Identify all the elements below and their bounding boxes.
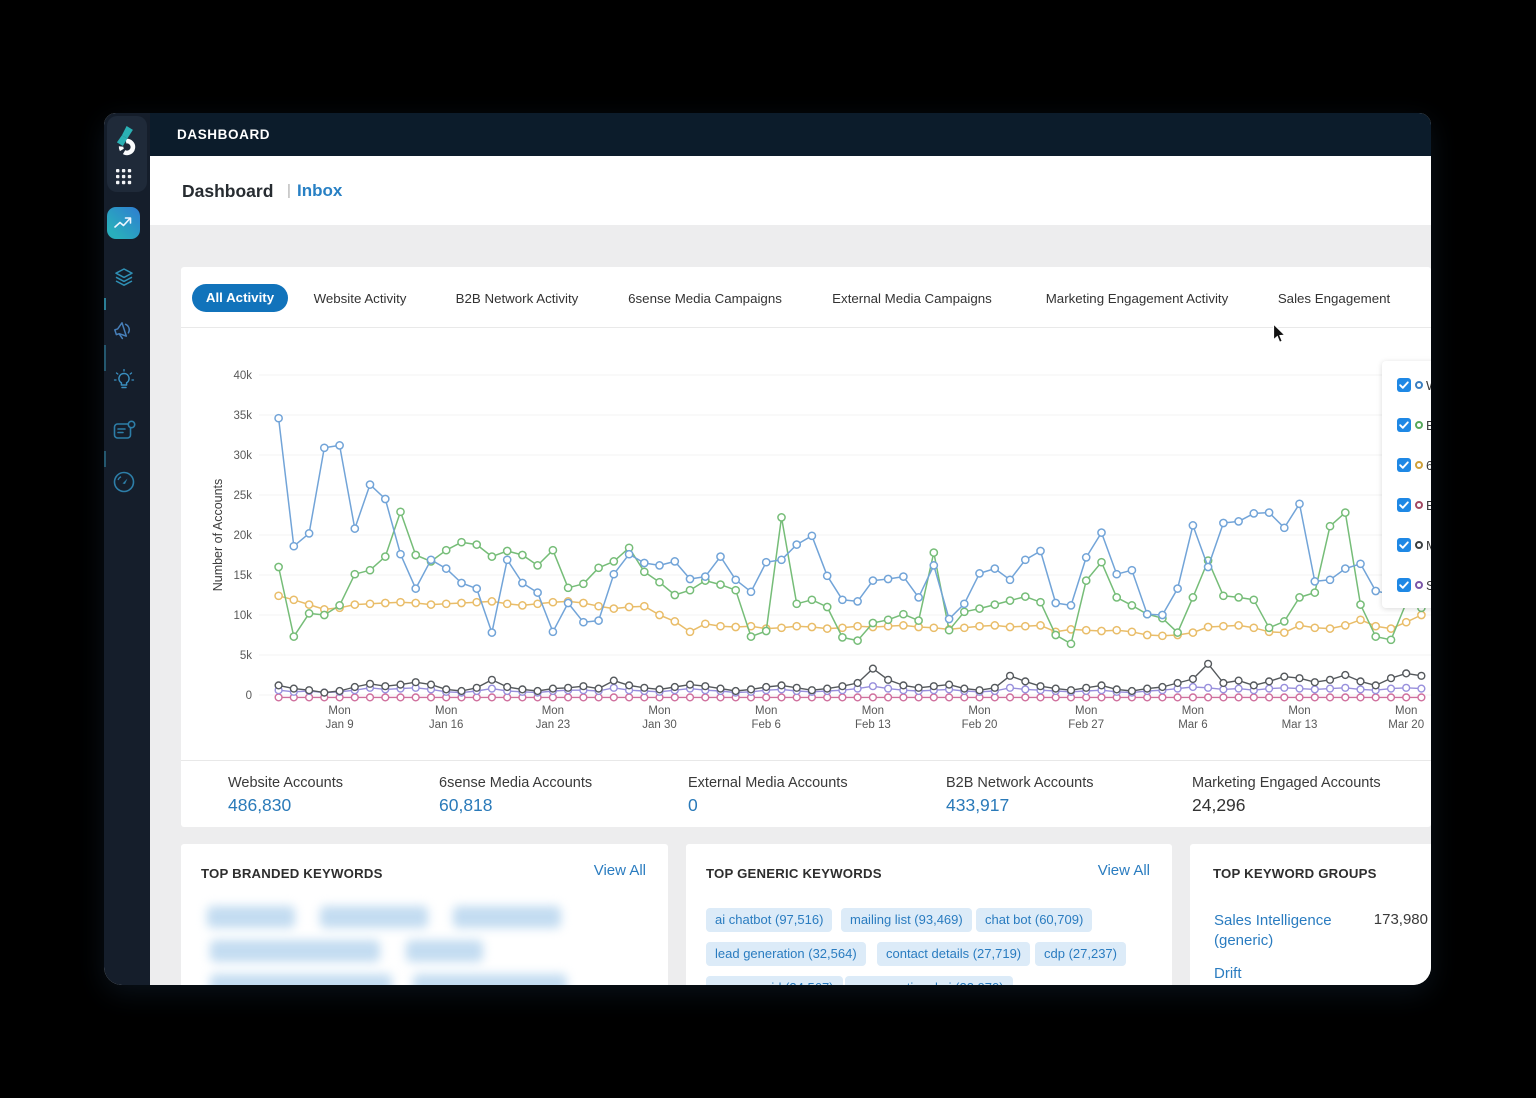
svg-text:Jan 16: Jan 16 bbox=[429, 719, 464, 731]
svg-text:Mar 6: Mar 6 bbox=[1178, 719, 1207, 731]
svg-text:40k: 40k bbox=[233, 370, 252, 382]
svg-text:Number of Accounts: Number of Accounts bbox=[211, 479, 225, 592]
svg-text:15k: 15k bbox=[233, 570, 252, 582]
svg-text:Mon: Mon bbox=[1182, 705, 1204, 717]
svg-text:0: 0 bbox=[246, 690, 252, 702]
svg-text:Feb 13: Feb 13 bbox=[855, 719, 891, 731]
svg-text:Mon: Mon bbox=[1075, 705, 1097, 717]
svg-text:30k: 30k bbox=[233, 450, 252, 462]
svg-text:Jan 9: Jan 9 bbox=[326, 719, 354, 731]
svg-text:Feb 6: Feb 6 bbox=[751, 719, 780, 731]
svg-text:Jan 30: Jan 30 bbox=[642, 719, 677, 731]
svg-text:Feb 20: Feb 20 bbox=[962, 719, 998, 731]
svg-text:20k: 20k bbox=[233, 530, 252, 542]
svg-text:Feb 27: Feb 27 bbox=[1068, 719, 1104, 731]
svg-text:Mon: Mon bbox=[1288, 705, 1310, 717]
svg-text:Mon: Mon bbox=[755, 705, 777, 717]
svg-text:Jan 23: Jan 23 bbox=[536, 719, 571, 731]
svg-text:10k: 10k bbox=[233, 610, 252, 622]
svg-text:Mon: Mon bbox=[1395, 705, 1417, 717]
svg-text:Mar 20: Mar 20 bbox=[1388, 719, 1424, 731]
svg-text:Mon: Mon bbox=[862, 705, 884, 717]
svg-text:25k: 25k bbox=[233, 490, 252, 502]
svg-text:Mon: Mon bbox=[542, 705, 564, 717]
svg-text:5k: 5k bbox=[240, 650, 252, 662]
svg-text:Mon: Mon bbox=[968, 705, 990, 717]
svg-text:Mar 13: Mar 13 bbox=[1282, 719, 1318, 731]
svg-text:Mon: Mon bbox=[648, 705, 670, 717]
svg-text:Mon: Mon bbox=[328, 705, 350, 717]
svg-text:Mon: Mon bbox=[435, 705, 457, 717]
svg-text:35k: 35k bbox=[233, 410, 252, 422]
